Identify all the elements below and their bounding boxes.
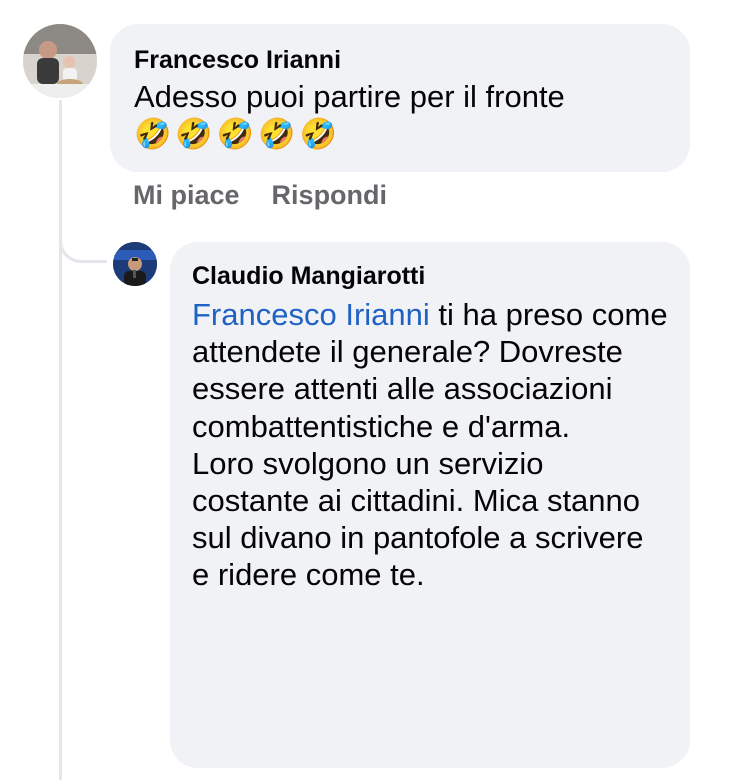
comment-actions: Mi piace Rispondi	[133, 180, 387, 211]
avatar-photo-icon	[23, 24, 97, 98]
avatar-claudio-mangiarotti[interactable]	[113, 242, 157, 286]
comment-author[interactable]: Claudio Mangiarotti	[192, 260, 668, 292]
comment-bubble: Francesco Irianni Adesso puoi partire pe…	[110, 24, 690, 172]
rolling-laughing-emoji-icon: 🤣	[258, 118, 296, 152]
rolling-laughing-emoji-icon: 🤣	[216, 118, 255, 152]
reply-bubble: Claudio Mangiarotti Francesco Irianni ti…	[170, 242, 690, 768]
thread-connector	[59, 215, 107, 263]
mention-link[interactable]: Francesco Irianni	[192, 297, 430, 332]
comment-text-paragraph: Loro svolgono un servizio costante ai ci…	[192, 445, 644, 593]
emoji-row: 🤣 🤣 🤣 🤣 🤣	[134, 118, 666, 152]
rolling-laughing-emoji-icon: 🤣	[299, 118, 337, 152]
avatar-photo-icon	[113, 242, 157, 286]
comment-author[interactable]: Francesco Irianni	[134, 44, 666, 76]
like-button[interactable]: Mi piace	[133, 180, 240, 211]
rolling-laughing-emoji-icon: 🤣	[134, 118, 172, 152]
reply-button[interactable]: Rispondi	[272, 180, 388, 211]
thread-line	[59, 100, 62, 780]
avatar-francesco-irianni[interactable]	[23, 24, 97, 98]
comment-text: Adesso puoi partire per il fronte	[134, 79, 565, 114]
comment-text: Francesco Irianni ti ha preso come atten…	[192, 296, 668, 594]
rolling-laughing-emoji-icon: 🤣	[175, 118, 213, 152]
